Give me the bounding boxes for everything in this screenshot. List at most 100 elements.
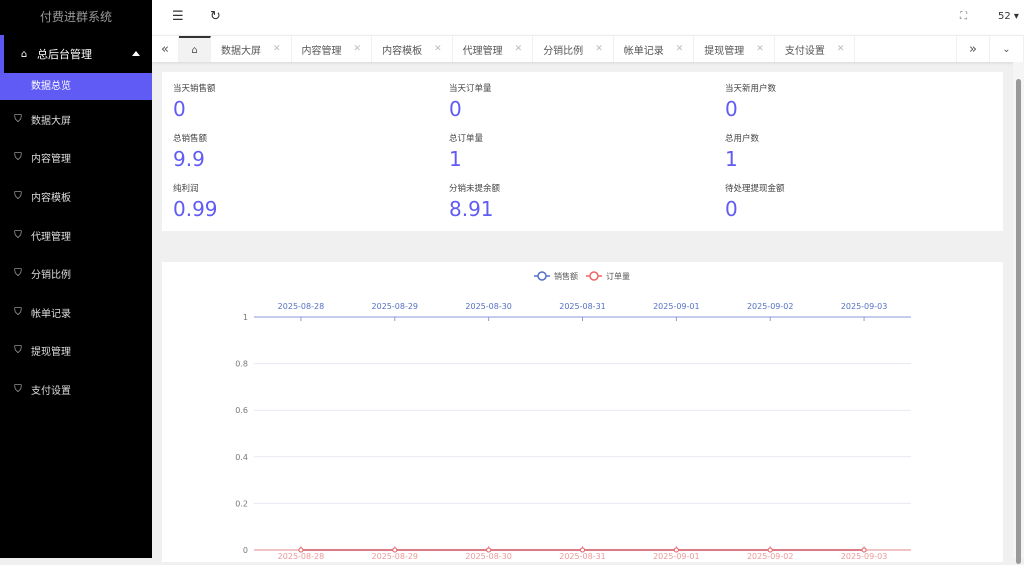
tab-options-chevron-down-icon[interactable]: ⌄ [990,36,1024,62]
x-tick-label: 2025-08-30 [465,302,512,311]
tab[interactable]: 内容管理 ✕ [292,36,373,62]
data-point [298,547,304,553]
stats-card: 当天销售额 0 当天订单量 0 当天新用户数 0 总销售额 9.9 总订单量 1 总用户数 1 纯利润 0… [162,72,1003,231]
close-tab-icon[interactable]: ✕ [837,44,845,54]
sidebar-item[interactable]: ⛉ 提现管理 [0,332,152,371]
shield-icon: ⛉ [14,152,22,164]
stat-label: 当天新用户数 [725,84,777,94]
stat-label: 总销售额 [173,134,208,144]
sidebar-item-label: 数据大屏 [31,115,71,127]
scrollbar-thumb[interactable] [1016,79,1021,564]
user-menu[interactable]: 52 ▾ [998,11,1019,22]
x-tick-label-bottom: 2025-08-30 [465,552,512,561]
x-tick-label: 2025-09-01 [653,302,700,311]
stat-value: 1 [725,147,738,171]
shield-icon: ⛉ [14,113,22,125]
close-tab-icon[interactable]: ✕ [595,44,603,54]
tab[interactable]: 数据大屏 ✕ [211,36,292,62]
shield-icon: ⛉ [14,345,22,357]
stat-value: 0 [449,97,462,121]
home-icon: ⌂ [20,48,28,60]
stat-value: 0 [725,97,738,121]
sidebar-item-label: 支付设置 [31,385,71,397]
sidebar-item[interactable]: ⛉ 分销比例 [0,254,152,293]
scroll-tabs-right-icon[interactable]: » [956,36,990,62]
stat-item: 待处理提现金额 0 [725,182,785,221]
stat-item: 当天新用户数 0 [725,82,776,121]
close-tab-icon[interactable]: ✕ [515,44,523,54]
tab-label: 帐单记录 [623,45,664,57]
tab[interactable]: 内容模板 ✕ [372,36,453,62]
legend-label: 订单量 [606,271,630,281]
x-tick-label-bottom: 2025-09-03 [841,552,888,561]
tab[interactable]: 帐单记录 ✕ [614,36,695,62]
stat-label: 分销未提余额 [449,184,501,194]
shield-icon: ⛉ [14,190,22,202]
tab-label: 支付设置 [784,45,825,57]
x-tick-label: 2025-08-29 [372,302,419,311]
data-point [673,547,679,553]
tab[interactable]: 代理管理 ✕ [453,36,534,62]
data-point [767,547,773,553]
caret-up-icon [132,51,140,56]
stat-item: 总订单量 1 [449,132,483,171]
sidebar-item[interactable]: ⛉ 支付设置 [0,370,152,409]
tab-label: 内容管理 [301,45,342,57]
y-tick-label: 0 [243,546,248,555]
tab[interactable]: 分销比例 ✕ [533,36,614,62]
tab-label: 内容模板 [382,45,423,57]
tab[interactable]: 支付设置 ✕ [775,36,856,62]
shield-icon: ⛉ [14,229,22,241]
x-tick-label: 2025-08-31 [559,302,606,311]
user-name: 52 [998,11,1011,22]
x-tick-label: 2025-08-28 [278,302,325,311]
sidebar-item-label: 提现管理 [31,347,71,359]
sidebar-item[interactable]: ⛉ 数据大屏 [0,100,152,139]
tab-home[interactable]: ⌂ [179,36,211,62]
scrollbar[interactable] [1013,62,1024,564]
data-point [861,547,867,553]
sidebar-item[interactable]: ⛉ 内容管理 [0,139,152,178]
sidebar-item-overview[interactable]: 数据总览 [0,73,152,100]
shield-icon: ⛉ [14,383,22,395]
stat-label: 当天订单量 [449,84,492,94]
stat-label: 总用户数 [725,134,760,144]
refresh-icon[interactable]: ↻ [210,9,221,24]
legend-label: 销售额 [554,271,578,281]
x-tick-label-bottom: 2025-09-01 [653,552,700,561]
sidebar-item-label: 代理管理 [31,231,71,243]
sidebar-item[interactable]: ⛉ 代理管理 [0,216,152,255]
scroll-tabs-left-icon[interactable]: « [152,36,179,62]
sidebar-item[interactable]: ⛉ 内容模板 [0,177,152,216]
x-tick-label-bottom: 2025-08-29 [372,552,419,561]
close-tab-icon[interactable]: ✕ [273,44,281,54]
shield-icon: ⛉ [14,306,22,318]
app-title: 付费进群系统 [39,10,112,24]
sidebar-item-label: 分销比例 [31,270,71,282]
stat-label: 当天销售额 [173,84,216,94]
sales-orders-chart: 0 0.2 0.4 0.6 0.8 1 2025-08-28 2025-08-28 2025-0… [235,271,911,561]
tab-label: 分销比例 [543,45,584,57]
data-point [392,547,398,553]
stat-value: 0.99 [173,197,218,221]
menu-group-admin[interactable]: ⌂ 总后台管理 [0,35,152,73]
close-tab-icon[interactable]: ✕ [434,44,442,54]
sidebar-item-label: 帐单记录 [31,308,71,320]
collapse-menu-icon[interactable]: ☰ [172,9,184,24]
fullscreen-icon[interactable]: ⛶ [960,11,967,22]
close-tab-icon[interactable]: ✕ [676,44,684,54]
tab[interactable]: 提现管理 ✕ [694,36,775,62]
stat-label: 纯利润 [173,184,199,194]
legend-marker-icon [589,271,599,281]
tab-label: 代理管理 [462,45,503,57]
y-tick-label: 0.4 [235,453,248,462]
stat-item: 纯利润 0.99 [173,182,218,221]
data-point [486,547,492,553]
close-tab-icon[interactable]: ✕ [756,44,764,54]
close-tab-icon[interactable]: ✕ [354,44,362,54]
stat-item: 当天订单量 0 [449,82,492,121]
x-tick-label: 2025-09-02 [747,302,794,311]
stat-item: 总用户数 1 [725,132,759,171]
stat-value: 0 [725,197,738,221]
sidebar-item[interactable]: ⛉ 帐单记录 [0,293,152,332]
